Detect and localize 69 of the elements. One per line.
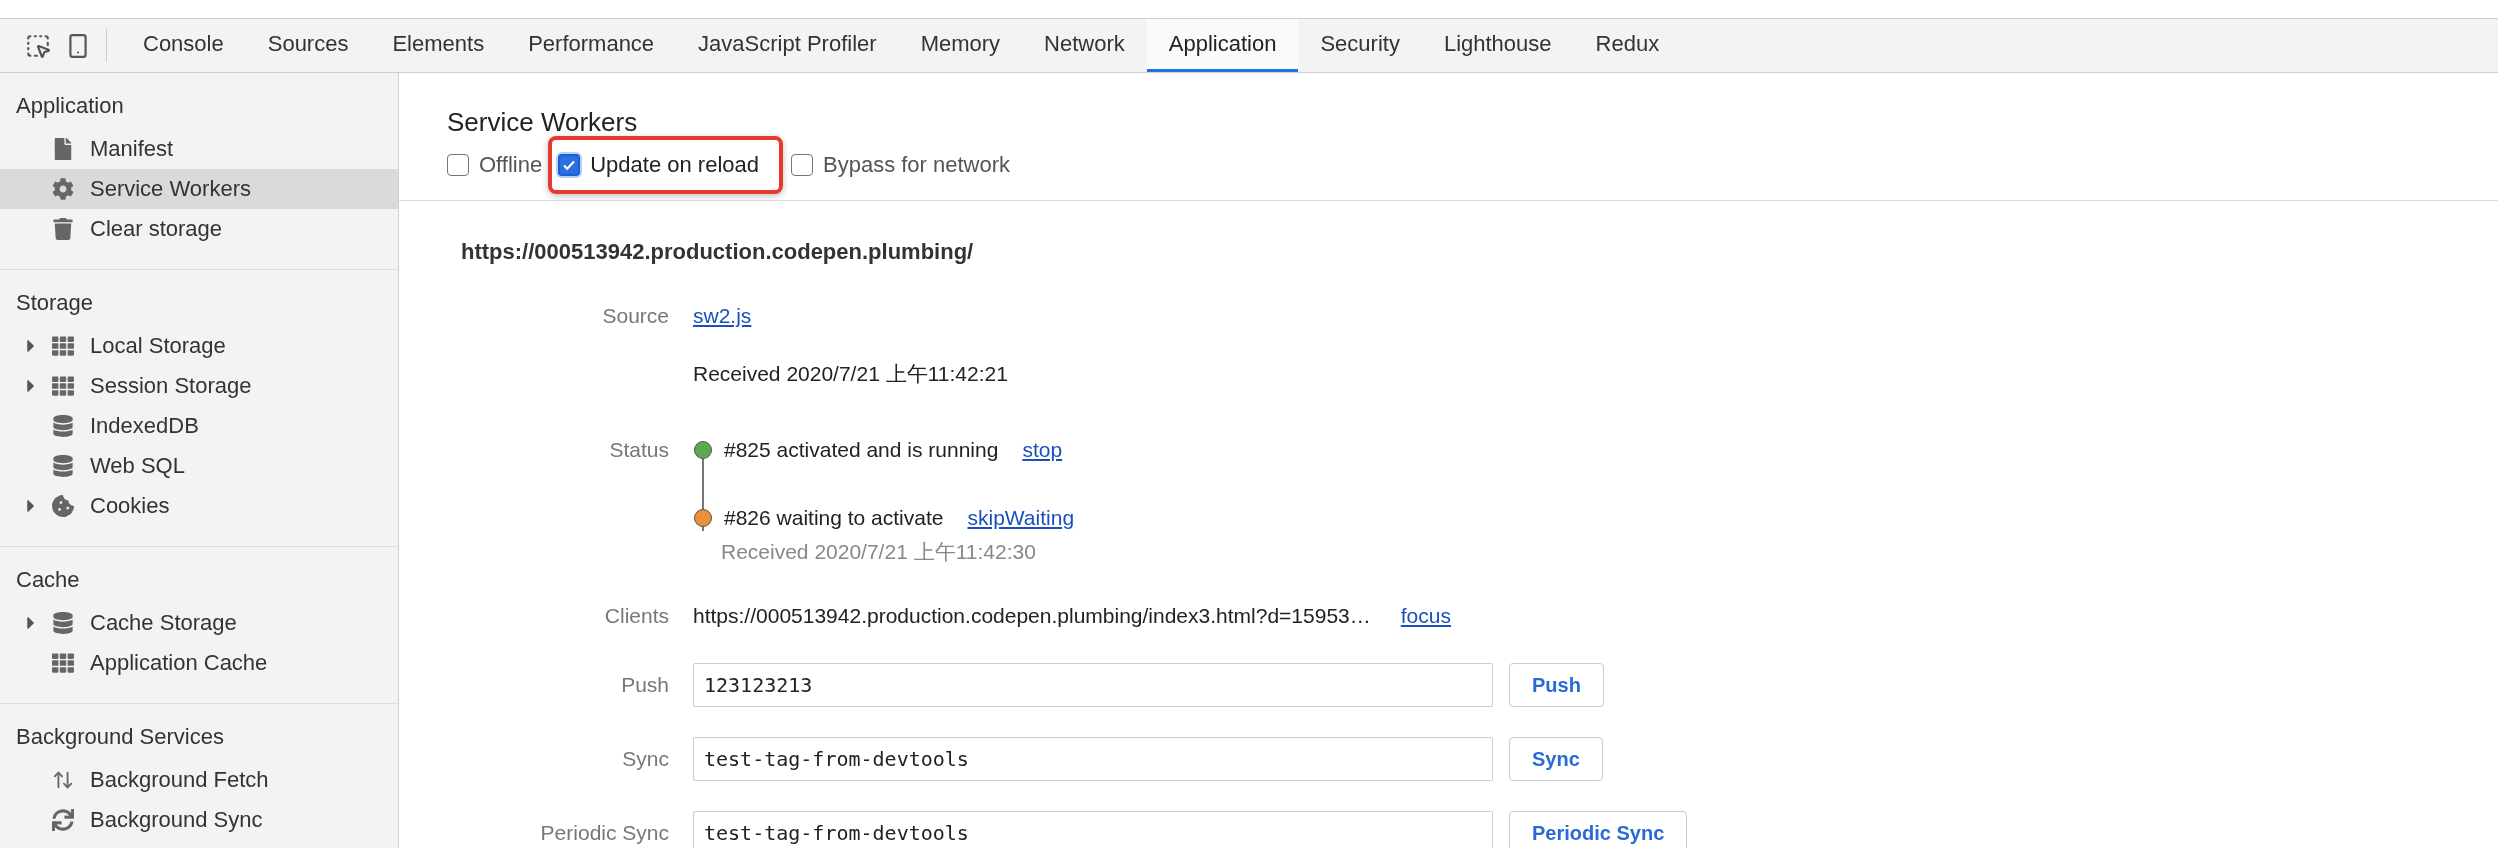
panel-tab[interactable]: Sources xyxy=(245,19,371,72)
received-time: Received 2020/7/21 上午11:42:30 xyxy=(721,539,1037,565)
panel-tab[interactable]: Application xyxy=(1146,19,1299,72)
input-field[interactable]: test-tag-from-devtools xyxy=(693,737,1493,781)
item-label: Cache Storage xyxy=(90,610,237,636)
focus-link[interactable]: focus xyxy=(1400,604,1451,627)
field-label: Clients xyxy=(603,603,669,629)
checkbox-label[interactable]: Update on reload xyxy=(590,152,759,178)
item-label: Background Sync xyxy=(90,807,263,833)
client-url: https://000513942.production.codepen.plumbing/index3.html?d=15953… xyxy=(693,603,1371,629)
sidebar-item[interactable]: Clear storage xyxy=(0,209,398,249)
panel-title: Service Workers xyxy=(447,107,639,138)
input-field[interactable]: test-tag-from-devtools xyxy=(693,811,1493,848)
sidebar-item[interactable]: Service Workers xyxy=(0,169,398,209)
sidebar-item[interactable]: Web SQL xyxy=(0,446,398,486)
worker-scope: https://000513942.production.codepen.plumbing/ xyxy=(461,239,975,265)
panel-tab[interactable]: Redux xyxy=(1573,19,1682,72)
item-label: Cookies xyxy=(90,493,170,519)
panel-tab[interactable]: Security xyxy=(1298,19,1422,72)
panel-tab[interactable]: Performance xyxy=(506,19,677,72)
sidebar-item[interactable]: Manifest xyxy=(0,129,398,169)
field-label: Source xyxy=(601,303,669,329)
panel-tab[interactable]: Elements xyxy=(370,19,507,72)
action-button[interactable]: Periodic Sync xyxy=(1509,811,1688,848)
sidebar-item[interactable]: Application Cache xyxy=(0,643,398,683)
action-button[interactable]: Push xyxy=(1509,663,1604,707)
source-link[interactable]: sw2.js xyxy=(693,304,752,327)
sidebar-item[interactable]: Cookies xyxy=(0,486,398,526)
checkbox[interactable] xyxy=(791,154,813,176)
checkbox-label[interactable]: Offline xyxy=(479,152,543,178)
section-heading: Application xyxy=(15,93,125,120)
item-label: Background Fetch xyxy=(90,767,269,793)
sidebar-item[interactable]: Background Fetch xyxy=(0,760,398,800)
sidebar-item[interactable]: Local Storage xyxy=(0,326,398,366)
sidebar-item[interactable]: IndexedDB xyxy=(0,406,398,446)
item-label: IndexedDB xyxy=(90,413,199,439)
checkbox[interactable] xyxy=(558,154,581,176)
input-field[interactable]: 123123213 xyxy=(693,663,1493,707)
panel-tab[interactable]: Console xyxy=(121,19,246,72)
status-text: #826 waiting to activate xyxy=(724,505,944,531)
item-label: Local Storage xyxy=(90,333,226,359)
checkmark-icon xyxy=(562,158,577,172)
item-label: Manifest xyxy=(90,136,174,162)
field-label: Periodic Sync xyxy=(539,820,669,846)
sidebar-item[interactable]: Session Storage xyxy=(0,366,398,406)
checkbox-label[interactable]: Bypass for network xyxy=(823,152,1011,178)
field-label: Push xyxy=(620,672,669,698)
item-label: Clear storage xyxy=(90,216,223,242)
sidebar-item[interactable]: Cache Storage xyxy=(0,603,398,643)
section-heading: Cache xyxy=(15,567,81,594)
section-heading: Storage xyxy=(15,290,95,317)
panel-tab[interactable]: Network xyxy=(1022,19,1147,72)
field-label: Sync xyxy=(621,746,669,772)
action-button[interactable]: Sync xyxy=(1509,737,1603,781)
received-time: Received 2020/7/21 上午11:42:21 xyxy=(693,361,1009,387)
status-text: #825 activated and is running xyxy=(724,437,999,463)
item-label: Application Cache xyxy=(90,650,268,676)
panel-tab[interactable]: Lighthouse xyxy=(1421,19,1574,72)
action-link[interactable]: skipWaiting xyxy=(967,506,1075,529)
item-label: Web SQL xyxy=(90,453,185,479)
panel-tab[interactable]: JavaScript Profiler xyxy=(676,19,899,72)
panel-tab[interactable]: Memory xyxy=(898,19,1023,72)
field-label: Status xyxy=(608,437,669,463)
item-label: Service Workers xyxy=(90,176,251,202)
action-link[interactable]: stop xyxy=(1022,438,1063,461)
item-label: Session Storage xyxy=(90,373,252,399)
checkbox[interactable] xyxy=(447,154,469,176)
sidebar-item[interactable]: Background Sync xyxy=(0,800,398,840)
section-heading: Background Services xyxy=(15,724,225,751)
